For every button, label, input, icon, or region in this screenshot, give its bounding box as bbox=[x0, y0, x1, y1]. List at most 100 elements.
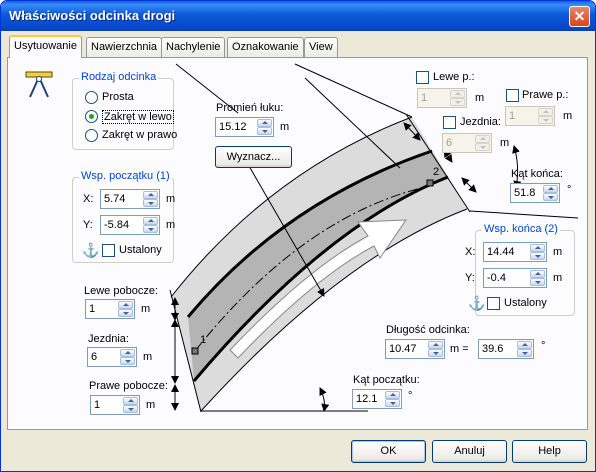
start-x-value: 5.74 bbox=[104, 193, 126, 205]
tab-view[interactable]: View bbox=[304, 37, 338, 57]
start-x-label: X: bbox=[83, 193, 94, 205]
end-lane-label: Jezdnia: bbox=[460, 116, 501, 128]
start-angle-arc bbox=[319, 387, 330, 412]
end-right-spinner[interactable] bbox=[538, 108, 553, 124]
cancel-button[interactable]: Anuluj bbox=[432, 440, 507, 463]
help-button[interactable]: Help bbox=[512, 440, 587, 463]
length-degrees-unit: ° bbox=[541, 340, 546, 352]
tab-usytuowanie[interactable]: Usytuowanie bbox=[9, 35, 82, 58]
radius-input[interactable]: 15.12 bbox=[215, 117, 274, 137]
point-2-label: 2 bbox=[433, 166, 440, 178]
radio-zakret-w-lewo-label: Zakręt w lewo bbox=[102, 110, 174, 124]
end-lane-checkbox[interactable] bbox=[443, 116, 456, 129]
right-shoulder-value: 1 bbox=[94, 399, 101, 411]
radius-spinner[interactable] bbox=[257, 119, 272, 135]
start-y-spinner[interactable] bbox=[143, 217, 158, 233]
tab-nawierzchnia[interactable]: Nawierzchnia bbox=[86, 37, 163, 57]
end-left-spinner[interactable] bbox=[450, 90, 465, 106]
length-meters-value: 10.47 bbox=[389, 343, 417, 355]
end-left-input[interactable]: 1 bbox=[417, 88, 467, 108]
end-right-value: 1 bbox=[509, 110, 516, 122]
compass-ruler-icon bbox=[25, 71, 53, 98]
end-x-unit: m bbox=[553, 246, 563, 258]
end-x-value: 14.44 bbox=[487, 246, 515, 258]
end-fixed-checkbox[interactable] bbox=[487, 297, 500, 310]
length-unit-eq: m = bbox=[450, 343, 469, 355]
end-angle-arc bbox=[512, 145, 522, 189]
radio-zakret-w-prawo[interactable] bbox=[85, 129, 98, 142]
length-degrees-spinner[interactable] bbox=[517, 341, 532, 357]
start-coords-title: Wsp. początku (1) bbox=[79, 170, 172, 182]
length-meters-input[interactable]: 10.47 bbox=[385, 339, 445, 359]
start-x-unit: m bbox=[166, 193, 176, 205]
start-x-input[interactable]: 5.74 bbox=[100, 189, 160, 209]
end-angle-value: 51.8 bbox=[514, 187, 536, 199]
title-bar[interactable]: Właściwości odcinka drogi ✕ bbox=[1, 1, 595, 31]
ext-line bbox=[294, 63, 413, 118]
start-angle-value: 12.1 bbox=[356, 393, 378, 405]
start-angle-input[interactable]: 12.1 bbox=[352, 389, 402, 409]
end-coords-title: Wsp. końca (2) bbox=[482, 223, 560, 235]
lane-value: 6 bbox=[91, 351, 98, 363]
left-shoulder-label: Lewe pobocze: bbox=[84, 285, 158, 297]
lane-label: Jezdnia: bbox=[88, 333, 129, 345]
start-y-value: -5.84 bbox=[104, 219, 130, 231]
start-angle-spinner[interactable] bbox=[385, 391, 400, 407]
right-shoulder-spinner[interactable] bbox=[123, 397, 138, 413]
lane-input[interactable]: 6 bbox=[87, 347, 137, 367]
start-fixed-label: Ustalony bbox=[119, 244, 162, 256]
end-x-label: X: bbox=[465, 246, 476, 258]
start-y-label: Y: bbox=[83, 219, 93, 231]
tab-nachylenie[interactable]: Nachylenie bbox=[161, 37, 226, 57]
radio-prosta-label: Prosta bbox=[102, 91, 134, 103]
dialog-window: Właściwości odcinka drogi ✕ Usytuowanie … bbox=[0, 0, 596, 472]
end-y-value: -0.4 bbox=[487, 272, 506, 284]
right-shoulder-input[interactable]: 1 bbox=[90, 395, 140, 415]
end-angle-label: Kąt końca: bbox=[511, 168, 563, 180]
length-degrees-input[interactable]: 39.6 bbox=[478, 339, 534, 359]
end-angle-input[interactable]: 51.8 bbox=[510, 183, 560, 203]
radio-zakret-w-lewo[interactable] bbox=[85, 110, 98, 123]
start-y-unit: m bbox=[166, 219, 176, 231]
lane-unit: m bbox=[143, 351, 153, 363]
end-x-input[interactable]: 14.44 bbox=[483, 242, 547, 262]
end-right-checkbox[interactable] bbox=[506, 89, 519, 102]
ext-line bbox=[469, 210, 579, 219]
tab-oznakowanie[interactable]: Oznakowanie bbox=[227, 37, 304, 57]
start-y-input[interactable]: -5.84 bbox=[100, 215, 160, 235]
end-right-input[interactable]: 1 bbox=[505, 106, 555, 126]
end-left-value: 1 bbox=[421, 92, 428, 104]
start-angle-label: Kąt początku: bbox=[353, 374, 420, 386]
length-meters-spinner[interactable] bbox=[428, 341, 443, 357]
anchor-icon: ⚓ bbox=[82, 242, 100, 258]
radio-zakret-w-prawo-label: Zakręt w prawo bbox=[102, 129, 178, 141]
end-angle-unit: ° bbox=[567, 184, 572, 196]
end-x-spinner[interactable] bbox=[530, 244, 545, 260]
start-angle-unit: ° bbox=[408, 390, 413, 402]
end-left-checkbox[interactable] bbox=[416, 71, 429, 84]
end-right-unit: m bbox=[563, 110, 573, 122]
window-title: Właściwości odcinka drogi bbox=[9, 8, 176, 23]
length-degrees-value: 39.6 bbox=[482, 343, 504, 355]
radius-unit: m bbox=[280, 121, 290, 133]
left-shoulder-spinner[interactable] bbox=[118, 301, 133, 317]
end-lane-value: 6 bbox=[446, 137, 453, 149]
tab-panel-usytuowanie: 1 2 Rodzaj odcinka Prosta Zakręt w lewo … bbox=[7, 57, 588, 430]
end-y-label: Y: bbox=[465, 272, 475, 284]
end-y-input[interactable]: -0.4 bbox=[483, 268, 547, 288]
start-fixed-checkbox[interactable] bbox=[102, 244, 115, 257]
end-lane-spinner[interactable] bbox=[475, 135, 490, 151]
close-button[interactable]: ✕ bbox=[569, 6, 590, 27]
anchor-icon: ⚓ bbox=[468, 295, 486, 311]
ok-button[interactable]: OK bbox=[351, 440, 426, 463]
calculate-radius-button[interactable]: Wyznacz... bbox=[215, 146, 292, 168]
end-angle-spinner[interactable] bbox=[543, 185, 558, 201]
left-shoulder-input[interactable]: 1 bbox=[85, 299, 135, 319]
end-y-spinner[interactable] bbox=[530, 270, 545, 286]
lane-spinner[interactable] bbox=[120, 349, 135, 365]
start-x-spinner[interactable] bbox=[143, 191, 158, 207]
radio-prosta[interactable] bbox=[85, 91, 98, 104]
radius-label: Promień łuku: bbox=[216, 102, 284, 114]
end-lane-input[interactable]: 6 bbox=[442, 133, 492, 153]
end-fixed-label: Ustalony bbox=[504, 297, 547, 309]
